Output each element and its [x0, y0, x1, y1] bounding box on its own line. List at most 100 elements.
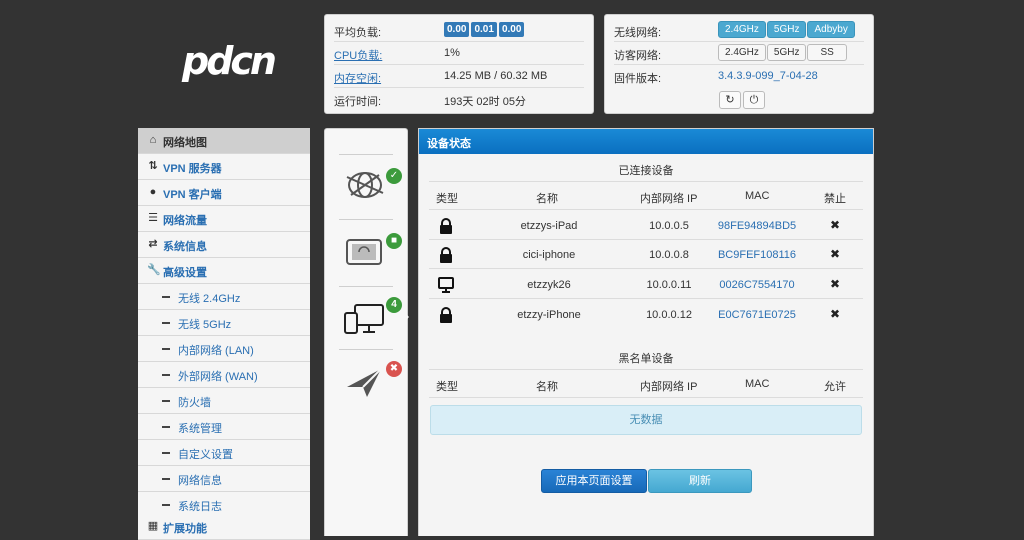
sidebar-item-label: 高级设置	[163, 267, 207, 279]
reboot-icon[interactable]: ↻	[719, 91, 741, 109]
send-plane-icon[interactable]	[345, 365, 385, 399]
network-status-panel: 无线网络: 2.4GHz 5GHz Adbyby 访客网络: 2.4GHz 5GHz S…	[604, 14, 874, 114]
refresh-button[interactable]: 刷新	[648, 469, 752, 493]
bl-col-type: 类型	[436, 381, 458, 393]
sidebar-item-traffic[interactable]: ☰ 网络流量	[138, 206, 310, 232]
bl-col-name: 名称	[536, 381, 558, 393]
load-1min: 0.00	[444, 22, 470, 37]
exchange-icon: ⇅	[148, 160, 158, 172]
sidebar-sub-label: 无线 2.4GHz	[178, 293, 241, 305]
bl-col-ip: 内部网络 IP	[640, 381, 698, 393]
lock-icon	[439, 218, 453, 237]
adbyby-button[interactable]: Adbyby	[807, 21, 855, 38]
memory-value: 14.25 MB / 60.32 MB	[444, 70, 548, 82]
device-mac-link[interactable]: E0C7671E0725	[715, 309, 799, 321]
sidebar-item-system-info[interactable]: ⇄ 系统信息	[138, 232, 310, 258]
ss-button[interactable]: SS	[807, 44, 847, 61]
load-label: 平均负载:	[334, 27, 382, 39]
sidebar-sub-wan[interactable]: 外部网络 (WAN)	[138, 362, 310, 388]
block-icon[interactable]: ✖	[830, 218, 840, 232]
col-ip: 内部网络 IP	[640, 193, 698, 205]
sidebar-sub-firewall[interactable]: 防火墙	[138, 388, 310, 414]
block-icon[interactable]: ✖	[830, 307, 840, 321]
device-mac-link[interactable]: 98FE94894BD5	[715, 220, 799, 232]
device-name: etzzy-iPhone	[517, 309, 581, 321]
sidebar-item-label: 扩展功能	[163, 523, 207, 535]
system-status-panel: 平均负载: 0.00 0.01 0.00 CPU负载: 1% 内存空闲: 14.25…	[324, 14, 594, 114]
wifi-2g-button[interactable]: 2.4GHz	[718, 21, 766, 38]
active-pointer	[401, 309, 409, 325]
sidebar-item-label: VPN 客户端	[163, 189, 222, 201]
sidebar-item-vpn-client[interactable]: ● VPN 客户端	[138, 180, 310, 206]
list-icon: ☰	[148, 212, 158, 224]
sidebar-sub-label: 网络信息	[178, 475, 222, 487]
sidebar-item-label: VPN 服务器	[163, 163, 222, 175]
sidebar-item-vpn-server[interactable]: ⇅ VPN 服务器	[138, 154, 310, 180]
sidebar-sub-lan[interactable]: 内部网络 (LAN)	[138, 336, 310, 362]
cpu-value: 1%	[444, 47, 460, 59]
wifi-5g-button[interactable]: 5GHz	[766, 21, 807, 38]
memory-link[interactable]: 内存空闲:	[334, 70, 381, 86]
sidebar-sub-label: 自定义设置	[178, 449, 233, 461]
sidebar-item-network-map[interactable]: ⌂ 网络地图	[138, 128, 310, 154]
lock-icon	[439, 247, 453, 266]
device-ip: 10.0.0.8	[649, 249, 689, 261]
power-actions: ↻ ⏻	[719, 91, 767, 109]
sidebar-item-extensions[interactable]: ▦ 扩展功能	[138, 514, 310, 540]
sidebar-sub-label: 系统日志	[178, 501, 222, 513]
block-icon[interactable]: ✖	[830, 277, 840, 291]
panel-header: 设备状态	[419, 129, 873, 154]
device-name: cici-iphone	[522, 249, 576, 261]
sidebar-item-label: 网络地图	[163, 137, 207, 149]
device-name: etzzyk26	[527, 279, 571, 291]
sidebar-sub-label: 系统管理	[178, 423, 222, 435]
wrench-icon: 🔧	[147, 264, 161, 276]
device-status-panel: 设备状态 已连接设备 类型 名称 内部网络 IP MAC 禁止 etzzys-i…	[418, 128, 874, 536]
firmware-row: 固件版本: 3.4.3.9-099_7-04-28	[614, 65, 864, 87]
sidebar-sub-label: 防火墙	[178, 397, 211, 409]
sidebar-sub-netinfo[interactable]: 网络信息	[138, 466, 310, 492]
load-5min: 0.01	[471, 22, 497, 37]
device-mac-link[interactable]: 0026C7554170	[715, 279, 799, 291]
svg-text:pdcn: pdcn	[181, 40, 275, 83]
sidebar-sub-admin[interactable]: 系统管理	[138, 414, 310, 440]
memory-row: 内存空闲: 14.25 MB / 60.32 MB	[334, 65, 584, 88]
globe-icon: ●	[149, 186, 157, 198]
cpu-link[interactable]: CPU负载:	[334, 47, 382, 63]
panel-title: 设备状态	[427, 138, 471, 150]
guest-5g-button[interactable]: 5GHz	[766, 44, 807, 61]
load-row: 平均负载: 0.00 0.01 0.00	[334, 19, 584, 42]
sidebar-item-advanced[interactable]: 🔧 高级设置	[138, 258, 310, 284]
firmware-version-link[interactable]: 3.4.3.9-099_7-04-28	[718, 70, 818, 82]
device-ip: 10.0.0.12	[646, 309, 692, 321]
clients-devices-icon[interactable]	[343, 301, 387, 337]
desktop-icon	[438, 277, 454, 296]
router-tablet-icon[interactable]	[345, 236, 385, 268]
wifi-row: 无线网络: 2.4GHz 5GHz Adbyby	[614, 19, 864, 42]
sidebar-sub-wifi-5g[interactable]: 无线 5GHz	[138, 310, 310, 336]
connected-title: 已连接设备	[618, 165, 674, 177]
sidebar-sub-wifi-2g[interactable]: 无线 2.4GHz	[138, 284, 310, 310]
guest-2g-button[interactable]: 2.4GHz	[718, 44, 766, 61]
sidebar-sub-label: 外部网络 (WAN)	[178, 371, 258, 383]
device-mac-link[interactable]: BC9FEF108116	[715, 249, 799, 261]
check-icon: ✓	[386, 168, 402, 184]
col-name: 名称	[536, 193, 558, 205]
uptime-value: 193天 02时 05分	[444, 96, 526, 108]
sidebar-sub-label: 无线 5GHz	[178, 319, 232, 331]
grid-icon: ▦	[147, 520, 159, 532]
network-map-column: ✓ ■ 4 ✖	[324, 128, 409, 536]
guest-row: 访客网络: 2.4GHz 5GHz SS	[614, 42, 864, 65]
col-mac: MAC	[745, 190, 770, 202]
device-ip: 10.0.0.5	[649, 220, 689, 232]
home-icon: ⌂	[149, 134, 157, 146]
firmware-label: 固件版本:	[614, 73, 662, 85]
internet-globe-icon[interactable]	[345, 167, 389, 203]
col-type: 类型	[436, 193, 458, 205]
apply-settings-button[interactable]: 应用本页面设置	[541, 469, 647, 493]
load-15min: 0.00	[498, 22, 525, 37]
power-icon[interactable]: ⏻	[743, 91, 765, 109]
sidebar: ⌂ 网络地图 ⇅ VPN 服务器 ● VPN 客户端 ☰ 网络流量 ⇄ 系统信息…	[138, 128, 310, 540]
sidebar-sub-custom[interactable]: 自定义设置	[138, 440, 310, 466]
block-icon[interactable]: ✖	[830, 247, 840, 261]
